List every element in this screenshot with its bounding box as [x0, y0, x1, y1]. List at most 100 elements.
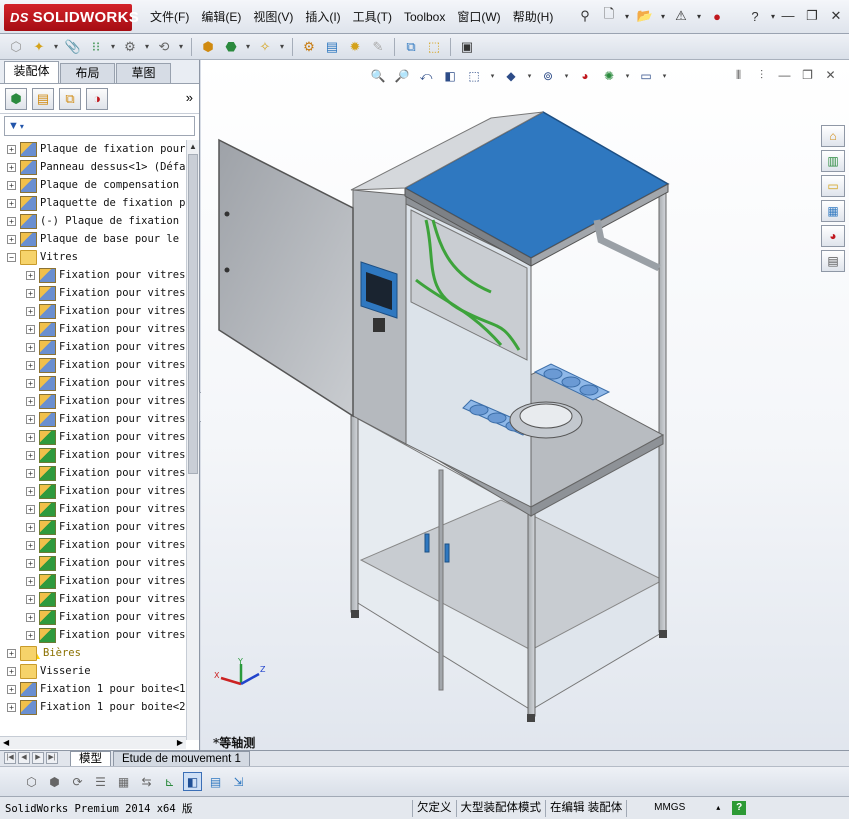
insert-component-icon[interactable]: ⬡ — [6, 37, 26, 57]
configuration-manager-icon[interactable]: ⧉ — [59, 87, 81, 110]
design-library-icon[interactable]: ▥ — [821, 150, 845, 172]
chevron-down-icon[interactable]: ▾ — [109, 37, 117, 57]
view-palette-icon[interactable]: ▦ — [821, 200, 845, 222]
exploded-view-icon[interactable]: ✹ — [345, 37, 365, 57]
scroll-left-icon[interactable]: ◀ — [3, 738, 9, 747]
units-chevron-icon[interactable]: ▴ — [712, 800, 724, 817]
tree-item[interactable]: + Fixation pour vitres — [0, 518, 186, 536]
expand-icon[interactable]: + — [7, 684, 16, 694]
expand-icon[interactable]: + — [7, 702, 16, 712]
chevron-down-icon[interactable]: ▾ — [177, 37, 185, 57]
chevron-down-icon[interactable]: ▾ — [695, 6, 703, 26]
chevron-down-icon[interactable]: ▾ — [52, 37, 60, 57]
tree-item[interactable]: + Fixation pour vitres — [0, 572, 186, 590]
tree-item[interactable]: + Fixation pour vitres — [0, 428, 186, 446]
bill-of-materials-icon[interactable]: ▤ — [322, 37, 342, 57]
tree-item[interactable]: + Fixation pour vitres — [0, 338, 186, 356]
chevron-down-icon[interactable]: ▾ — [623, 6, 631, 26]
expand-icon[interactable]: + — [26, 414, 35, 424]
new-document-icon[interactable]: 🗋 — [599, 6, 619, 26]
new-motion-study-icon[interactable]: ⚙ — [299, 37, 319, 57]
expand-icon[interactable]: + — [7, 234, 16, 244]
file-explorer-icon[interactable]: ▭ — [821, 175, 845, 197]
interference-detection-icon[interactable]: ⧉ — [401, 37, 421, 57]
custom-properties-icon[interactable]: ▤ — [821, 250, 845, 272]
assembly-features-icon[interactable]: ⬣ — [221, 37, 241, 57]
tree-item[interactable]: + Fixation pour vitres — [0, 320, 186, 338]
tree-item[interactable]: + Fixation pour vitres — [0, 482, 186, 500]
expand-icon[interactable]: + — [7, 180, 16, 190]
tree-filter[interactable]: ▼ ▾ — [4, 116, 195, 136]
tree-item[interactable]: + Plaquette de fixation po — [0, 194, 186, 212]
appearances-icon[interactable]: ◕ — [821, 225, 845, 247]
table-icon[interactable]: ▤ — [206, 772, 225, 791]
reference-triad[interactable]: Y X Z — [211, 658, 271, 698]
expand-icon[interactable]: + — [26, 324, 35, 334]
rotate-icon[interactable]: ⟳ — [68, 772, 87, 791]
instant3d-icon[interactable]: ▣ — [457, 37, 477, 57]
expand-icon[interactable]: + — [26, 540, 35, 550]
expand-icon[interactable]: + — [7, 216, 16, 226]
expand-icon[interactable]: + — [7, 144, 16, 154]
chevron-down-icon[interactable]: ▾ — [278, 37, 286, 57]
tree-item[interactable]: + Plaque de compensation : — [0, 176, 186, 194]
tree-item[interactable]: + Fixation pour vitres — [0, 392, 186, 410]
tree-item[interactable]: + Fixation pour vitres — [0, 554, 186, 572]
rebuild-warning-icon[interactable]: ⚠ — [671, 6, 691, 26]
reference-geometry-icon[interactable]: ✧ — [255, 37, 275, 57]
3d-view-icon[interactable]: ◧ — [183, 772, 202, 791]
expand-icon[interactable]: + — [7, 198, 16, 208]
tree-item[interactable]: + Fixation 1 pour boite<1 — [0, 680, 186, 698]
tree-item[interactable]: + Fixation pour vitres — [0, 410, 186, 428]
expand-icon[interactable]: + — [26, 612, 35, 622]
list-icon[interactable]: ☰ — [91, 772, 110, 791]
tree-folder[interactable]: + Visserie — [0, 662, 186, 680]
property-manager-icon[interactable]: ▤ — [32, 87, 54, 110]
tree-folder[interactable]: + Bières — [0, 644, 186, 662]
expand-icon[interactable]: + — [26, 522, 35, 532]
tree-folder[interactable]: − Vitres — [0, 248, 186, 266]
menu-help[interactable]: 帮助(H) — [507, 6, 560, 28]
tree-item[interactable]: + Fixation pour vitres — [0, 608, 186, 626]
expand-icon[interactable]: + — [26, 396, 35, 406]
expand-icon[interactable]: + — [26, 432, 35, 442]
next-tab-icon[interactable]: ▶ — [32, 752, 44, 764]
menu-toolbox[interactable]: Toolbox — [398, 6, 451, 28]
explode-line-sketch-icon[interactable]: ✎ — [368, 37, 388, 57]
expand-icon[interactable]: + — [26, 360, 35, 370]
solidworks-logo[interactable]: DS SOLIDWORKS — [4, 4, 139, 31]
tab-sketch[interactable]: 草图 — [116, 63, 171, 83]
expand-icon[interactable]: + — [26, 630, 35, 640]
menu-file[interactable]: 文件(F) — [144, 6, 195, 28]
tab-model[interactable]: 模型 — [70, 751, 111, 766]
display-manager-icon[interactable]: ◑ — [86, 87, 108, 110]
expand-icon[interactable]: + — [26, 576, 35, 586]
tree-item[interactable]: + Fixation pour vitres — [0, 626, 186, 644]
mate-icon[interactable]: 📎 — [63, 37, 83, 57]
scroll-up-icon[interactable]: ▲ — [187, 140, 199, 153]
doc-close-icon[interactable]: ✕ — [824, 68, 837, 83]
tree-item[interactable]: + Plaque de fixation pour — [0, 140, 186, 158]
graphics-area[interactable]: 🔍 🔎 ⤺ ◧ ⬚ ▾ ◆ ▾ ⊚ ▾ ◕ ✺ ▾ ▭ ▾ ⫴ ⫶ — ❐ ✕ … — [201, 60, 849, 750]
assembly-model-render[interactable] — [201, 60, 821, 740]
expand-icon[interactable]: + — [7, 162, 16, 172]
tree-horizontal-scrollbar[interactable]: ◀ ▶ — [0, 736, 186, 749]
traffic-light-icon[interactable]: ● — [707, 6, 727, 26]
expand-icon[interactable]: + — [26, 378, 35, 388]
tree-item[interactable]: + Fixation pour vitres — [0, 536, 186, 554]
tree-item[interactable]: + Fixation pour vitres — [0, 446, 186, 464]
prev-tab-icon[interactable]: ◀ — [18, 752, 30, 764]
menu-insert[interactable]: 插入(I) — [299, 6, 346, 28]
tree-item[interactable]: + Fixation 1 pour boite<2 — [0, 698, 186, 716]
expand-icon[interactable]: + — [26, 504, 35, 514]
menu-edit[interactable]: 编辑(E) — [195, 6, 247, 28]
tree-item[interactable]: + Plaque de base pour le l — [0, 230, 186, 248]
close-icon[interactable]: ✕ — [829, 8, 843, 24]
align-icon[interactable]: ⇆ — [137, 772, 156, 791]
quick-tips-help-icon[interactable]: ? — [732, 801, 747, 815]
grid-table-icon[interactable]: ▦ — [114, 772, 133, 791]
tree-item[interactable]: + Fixation pour vitres — [0, 590, 186, 608]
expand-icon[interactable]: + — [7, 666, 16, 676]
menu-view[interactable]: 视图(V) — [247, 6, 299, 28]
help-icon[interactable]: ? — [745, 6, 765, 26]
